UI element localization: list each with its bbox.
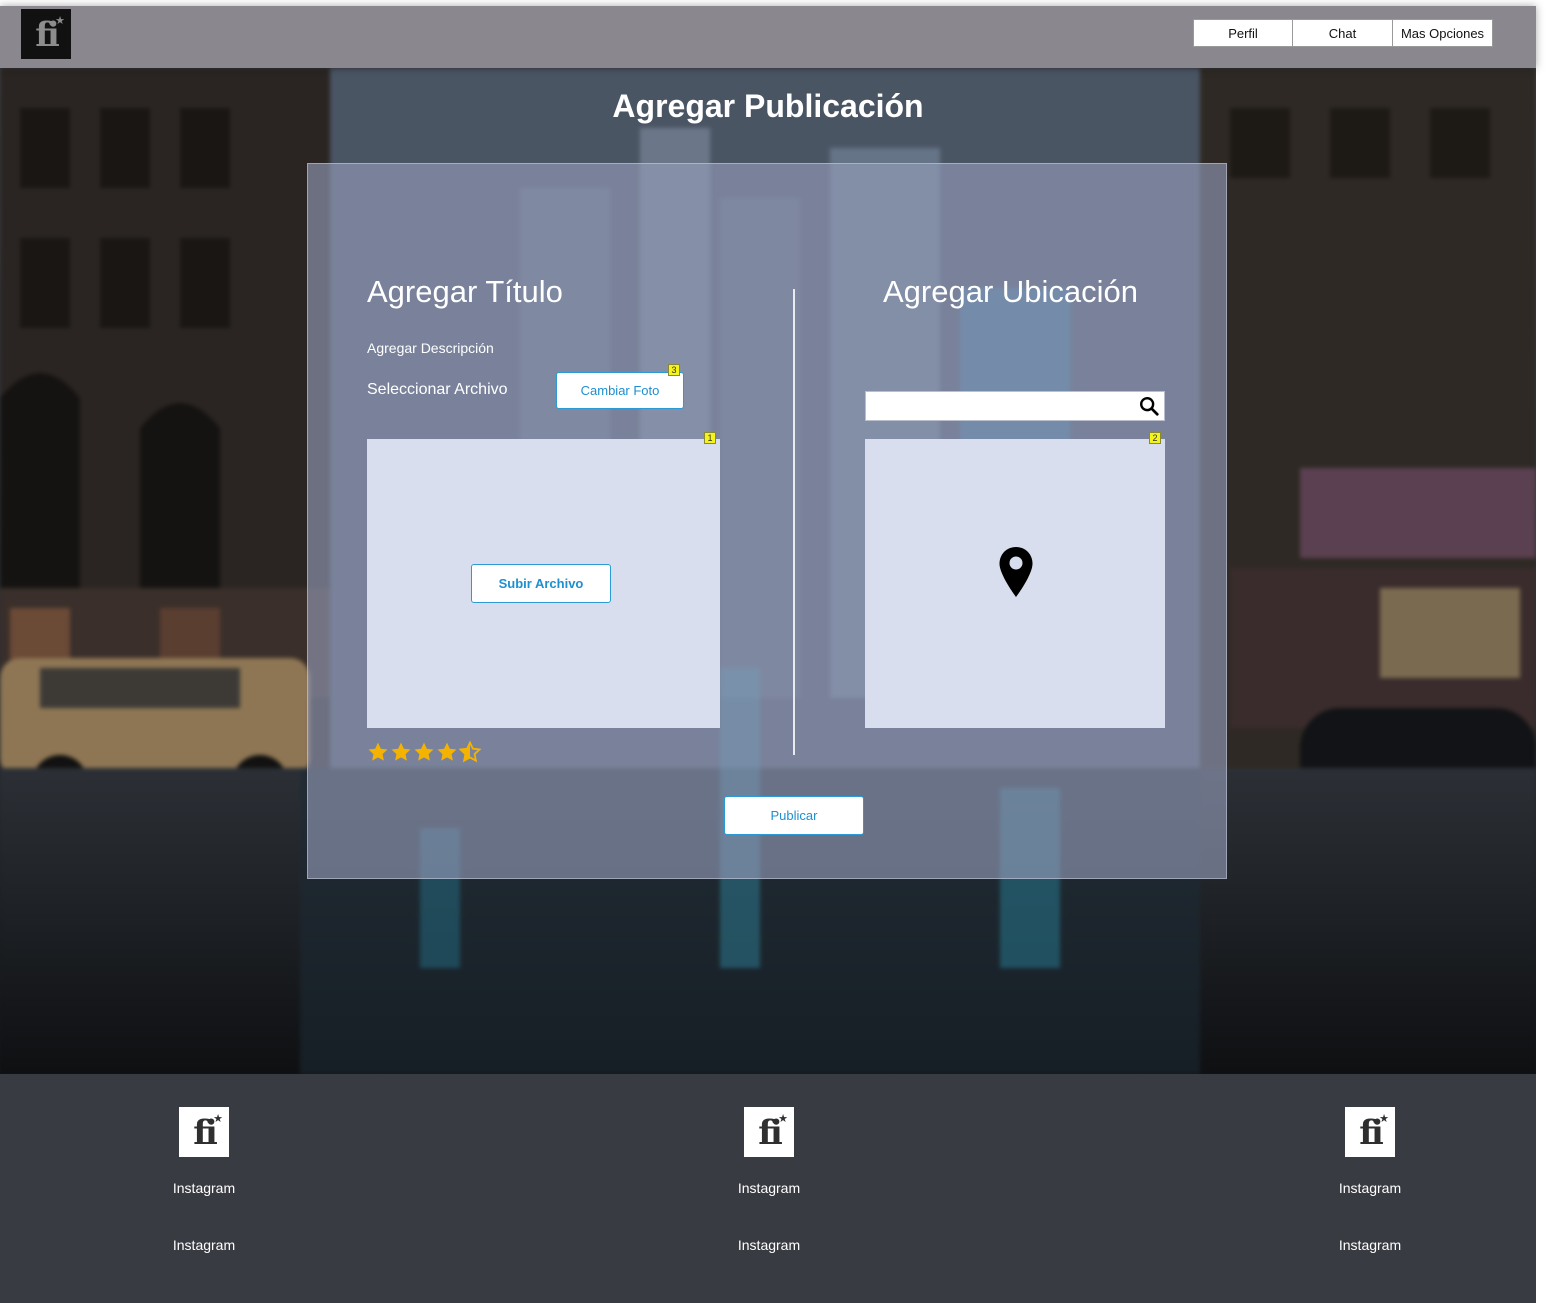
star-icon: ★ bbox=[778, 1113, 788, 1125]
footer-column: fi ★ Instagram Instagram bbox=[134, 1074, 274, 1253]
star-icon: ★ bbox=[213, 1113, 223, 1125]
footer-logo[interactable]: fi ★ bbox=[179, 1107, 229, 1157]
logo-text: fi bbox=[758, 1113, 782, 1153]
star-full-icon[interactable] bbox=[390, 741, 412, 763]
search-icon[interactable] bbox=[1138, 395, 1160, 417]
nav-more-options-button[interactable]: Mas Opciones bbox=[1393, 19, 1493, 47]
logo-text: fi bbox=[193, 1113, 217, 1153]
star-icon: ★ bbox=[1379, 1113, 1389, 1125]
marker-badge: 1 bbox=[704, 432, 716, 444]
add-location-heading[interactable]: Agregar Ubicación bbox=[883, 274, 1138, 310]
footer-link-instagram[interactable]: Instagram bbox=[1300, 1180, 1440, 1196]
star-half-icon[interactable] bbox=[459, 741, 481, 763]
star-full-icon[interactable] bbox=[436, 741, 458, 763]
add-post-panel: Agregar Título Agregar Descripción Selec… bbox=[307, 163, 1227, 879]
footer-link-instagram[interactable]: Instagram bbox=[699, 1180, 839, 1196]
add-title-heading[interactable]: Agregar Título bbox=[367, 274, 563, 310]
footer-logo[interactable]: fi ★ bbox=[1345, 1107, 1395, 1157]
select-file-label: Seleccionar Archivo bbox=[367, 381, 508, 398]
marker-badge: 2 bbox=[1149, 432, 1161, 444]
nav-menu: Perfil Chat Mas Opciones bbox=[1193, 19, 1493, 47]
footer-link-instagram[interactable]: Instagram bbox=[1300, 1237, 1440, 1253]
marker-badge: 3 bbox=[668, 364, 680, 376]
brand-logo[interactable]: fi ★ bbox=[21, 9, 71, 59]
logo-text: fi bbox=[35, 15, 59, 55]
nav-perfil-button[interactable]: Perfil bbox=[1193, 19, 1293, 47]
footer-column: fi ★ Instagram Instagram bbox=[1300, 1074, 1440, 1253]
star-rating[interactable] bbox=[367, 741, 481, 763]
star-full-icon[interactable] bbox=[367, 741, 389, 763]
logo-text: fi bbox=[1359, 1113, 1383, 1153]
page-title: Agregar Publicación bbox=[612, 88, 924, 124]
location-search-input[interactable] bbox=[866, 392, 1134, 420]
map-pin-icon bbox=[999, 547, 1033, 597]
footer-link-instagram[interactable]: Instagram bbox=[134, 1237, 274, 1253]
footer: fi ★ Instagram Instagram fi ★ Instagram … bbox=[0, 1074, 1536, 1303]
footer-logo[interactable]: fi ★ bbox=[744, 1107, 794, 1157]
upload-file-button[interactable]: Subir Archivo bbox=[471, 564, 611, 603]
footer-link-instagram[interactable]: Instagram bbox=[134, 1180, 274, 1196]
location-search bbox=[865, 391, 1165, 421]
top-navbar: fi ★ Perfil Chat Mas Opciones bbox=[0, 6, 1536, 68]
add-description-label[interactable]: Agregar Descripción bbox=[367, 340, 494, 356]
footer-column: fi ★ Instagram Instagram bbox=[699, 1074, 839, 1253]
star-full-icon[interactable] bbox=[413, 741, 435, 763]
column-divider bbox=[793, 289, 795, 755]
change-photo-button[interactable]: Cambiar Foto bbox=[556, 372, 684, 409]
publish-button[interactable]: Publicar bbox=[724, 796, 864, 835]
star-icon: ★ bbox=[55, 15, 65, 27]
nav-chat-button[interactable]: Chat bbox=[1293, 19, 1393, 47]
footer-link-instagram[interactable]: Instagram bbox=[699, 1237, 839, 1253]
